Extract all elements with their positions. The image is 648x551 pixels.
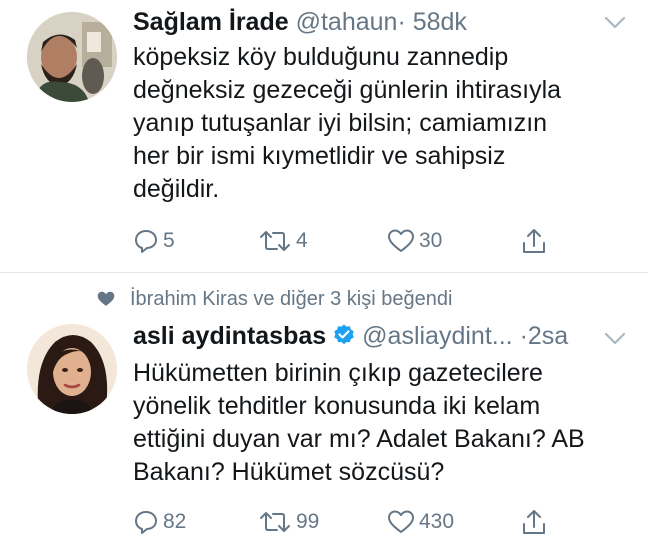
tweet-text-line: yanıp tutuşanlar iyi bilsin; camiamızın bbox=[133, 109, 548, 137]
share-button[interactable] bbox=[521, 506, 547, 538]
avatar-image bbox=[27, 12, 117, 102]
verified-badge-icon bbox=[332, 321, 356, 357]
retweet-icon bbox=[260, 512, 290, 532]
reply-button[interactable]: 82 bbox=[133, 506, 186, 538]
tweet-text: Hükümetten birinin çıkıp gazetecilere yö… bbox=[133, 357, 628, 489]
share-icon bbox=[523, 229, 545, 253]
tweet-text-line: köpeksiz köy bulduğunu zannedip bbox=[133, 43, 509, 71]
retweet-count: 99 bbox=[296, 510, 320, 533]
separator-dot: · bbox=[519, 322, 528, 350]
reply-button[interactable]: 5 bbox=[133, 225, 175, 257]
avatar-image bbox=[27, 324, 117, 414]
heart-icon bbox=[388, 229, 414, 252]
tweet-text-line: her bir ismi kıymetlidir ve sahipsiz bbox=[133, 142, 506, 170]
like-count: 430 bbox=[419, 510, 455, 533]
avatar[interactable] bbox=[27, 12, 117, 102]
tweet-actions: 5 4 30 bbox=[133, 225, 613, 257]
reply-count: 5 bbox=[163, 229, 175, 252]
social-context-text: İbrahim Kiras ve diğer 3 kişi beğendi bbox=[130, 287, 453, 310]
chevron-down-icon[interactable] bbox=[604, 16, 626, 30]
tweet-card[interactable]: İbrahim Kiras ve diğer 3 kişi beğendi as… bbox=[0, 272, 648, 551]
separator-dot: · bbox=[397, 8, 406, 36]
like-count: 30 bbox=[419, 229, 443, 252]
retweet-button[interactable]: 4 bbox=[258, 225, 308, 257]
chevron-down-icon[interactable] bbox=[604, 332, 626, 346]
reply-icon bbox=[135, 511, 157, 534]
like-button[interactable]: 430 bbox=[387, 506, 454, 538]
user-handle[interactable]: @asliaydint... bbox=[362, 322, 512, 350]
avatar[interactable] bbox=[27, 324, 117, 414]
tweet-text-line: değneksiz gezeceği günlerin ihtirasıyla bbox=[133, 76, 562, 104]
tweet-text-line: yönelik tehditler konusunda iki kelam bbox=[133, 392, 541, 420]
timestamp[interactable]: 58dk bbox=[413, 8, 467, 36]
tweet-text: köpeksiz köy bulduğunu zannedip değneksi… bbox=[133, 41, 628, 206]
display-name[interactable]: asli aydintasbas bbox=[133, 322, 326, 350]
share-button[interactable] bbox=[521, 225, 547, 257]
heart-icon bbox=[97, 291, 115, 306]
tweet-text-line: değildir. bbox=[133, 175, 220, 203]
tweet-text-line: Bakanı? Hükümet sözcüsü? bbox=[133, 458, 445, 486]
heart-icon bbox=[388, 510, 414, 533]
tweet-header: Sağlam İrade @tahaun· 58dk bbox=[133, 4, 467, 40]
tweet-header: asli aydintasbas @asliaydint... ·2sa bbox=[133, 318, 568, 354]
reply-count: 82 bbox=[163, 510, 187, 533]
reply-icon bbox=[135, 230, 157, 253]
retweet-button[interactable]: 99 bbox=[258, 506, 319, 538]
like-button[interactable]: 30 bbox=[387, 225, 442, 257]
retweet-icon bbox=[260, 231, 290, 251]
tweet-actions: 82 99 430 bbox=[133, 506, 613, 538]
social-context[interactable]: İbrahim Kiras ve diğer 3 kişi beğendi bbox=[96, 286, 452, 312]
share-icon bbox=[523, 510, 545, 534]
retweet-count: 4 bbox=[296, 229, 308, 252]
tweet-card[interactable]: Sağlam İrade @tahaun· 58dk köpeksiz köy … bbox=[0, 0, 648, 272]
user-handle[interactable]: @tahaun bbox=[296, 8, 398, 36]
tweet-text-line: Hükümetten birinin çıkıp gazetecilere bbox=[133, 359, 543, 387]
tweet-text-line: ettiğini duyan var mı? Adalet Bakanı? AB bbox=[133, 425, 585, 453]
display-name[interactable]: Sağlam İrade bbox=[133, 8, 289, 36]
timestamp[interactable]: 2sa bbox=[528, 322, 568, 350]
